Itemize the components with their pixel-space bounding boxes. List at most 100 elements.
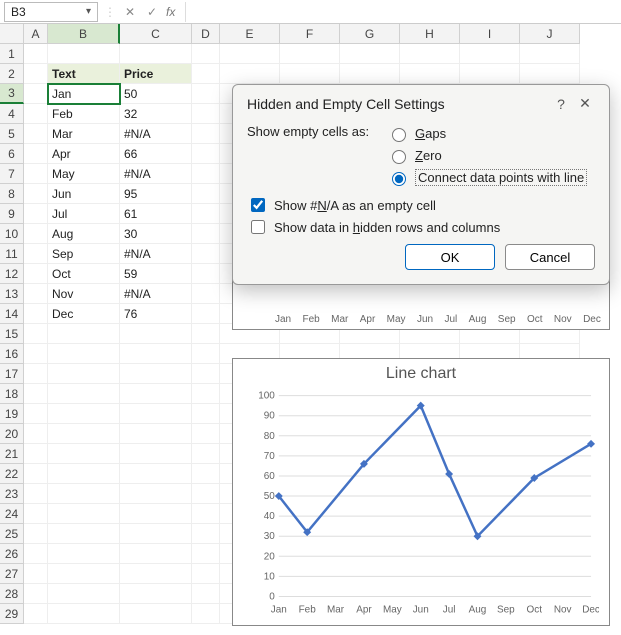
row-header[interactable]: 6 (0, 144, 24, 164)
cell[interactable] (48, 404, 120, 424)
cell[interactable] (192, 264, 220, 284)
cell[interactable] (48, 364, 120, 384)
option-gaps[interactable]: Gaps (387, 122, 595, 144)
cell[interactable]: Jan (48, 84, 120, 104)
cell[interactable] (280, 44, 340, 64)
column-header[interactable]: C (120, 24, 192, 44)
cell[interactable] (520, 64, 580, 84)
accept-formula-icon[interactable]: ✓ (144, 5, 160, 19)
cell[interactable] (400, 44, 460, 64)
cell[interactable] (192, 344, 220, 364)
cell[interactable] (48, 464, 120, 484)
cell[interactable] (24, 344, 48, 364)
row-header[interactable]: 18 (0, 384, 24, 404)
cell[interactable] (192, 404, 220, 424)
column-header[interactable]: J (520, 24, 580, 44)
cell[interactable] (460, 44, 520, 64)
radio-gaps[interactable] (392, 128, 406, 142)
cell[interactable] (24, 184, 48, 204)
cell[interactable] (24, 84, 48, 104)
cell[interactable] (340, 64, 400, 84)
cell[interactable] (192, 444, 220, 464)
cell[interactable] (48, 604, 120, 624)
cell[interactable] (460, 64, 520, 84)
cell[interactable] (24, 324, 48, 344)
cell[interactable] (24, 524, 48, 544)
cell[interactable]: 59 (120, 264, 192, 284)
checkbox-na-input[interactable] (251, 198, 265, 212)
cell[interactable]: Jul (48, 204, 120, 224)
cell[interactable]: Oct (48, 264, 120, 284)
row-header[interactable]: 27 (0, 564, 24, 584)
cell[interactable] (24, 244, 48, 264)
cell[interactable]: 95 (120, 184, 192, 204)
cell[interactable] (120, 404, 192, 424)
row-header[interactable]: 22 (0, 464, 24, 484)
cell[interactable] (24, 564, 48, 584)
ok-button[interactable]: OK (405, 244, 495, 270)
cell[interactable] (24, 444, 48, 464)
cell[interactable] (192, 584, 220, 604)
row-header[interactable]: 21 (0, 444, 24, 464)
formula-input[interactable] (185, 2, 617, 22)
cell[interactable] (192, 84, 220, 104)
cancel-formula-icon[interactable]: ✕ (122, 5, 138, 19)
chevron-down-icon[interactable]: ▾ (86, 6, 91, 17)
cell[interactable] (24, 164, 48, 184)
cell[interactable] (24, 424, 48, 444)
cell[interactable] (192, 104, 220, 124)
cell[interactable] (48, 484, 120, 504)
cell[interactable] (192, 364, 220, 384)
column-header[interactable]: G (340, 24, 400, 44)
close-icon[interactable]: ✕ (573, 95, 597, 112)
option-connect[interactable]: Connect data points with line (387, 166, 595, 188)
cell[interactable]: 66 (120, 144, 192, 164)
cell[interactable] (24, 464, 48, 484)
cell[interactable] (24, 64, 48, 84)
cell[interactable] (192, 384, 220, 404)
cell[interactable] (120, 604, 192, 624)
cell[interactable] (192, 164, 220, 184)
option-zero[interactable]: Zero (387, 144, 595, 166)
cell[interactable] (120, 424, 192, 444)
radio-connect[interactable] (392, 172, 406, 186)
cell[interactable] (24, 44, 48, 64)
column-header[interactable]: E (220, 24, 280, 44)
cell[interactable] (24, 504, 48, 524)
row-header[interactable]: 25 (0, 524, 24, 544)
cell[interactable] (24, 124, 48, 144)
column-header[interactable]: F (280, 24, 340, 44)
cell[interactable] (120, 444, 192, 464)
column-header[interactable]: I (460, 24, 520, 44)
cell[interactable] (520, 44, 580, 64)
column-header[interactable]: D (192, 24, 220, 44)
row-header[interactable]: 12 (0, 264, 24, 284)
row-header[interactable]: 2 (0, 64, 24, 84)
cell[interactable] (24, 284, 48, 304)
cell[interactable] (24, 384, 48, 404)
cell[interactable] (24, 364, 48, 384)
cell[interactable]: 32 (120, 104, 192, 124)
row-header[interactable]: 29 (0, 604, 24, 624)
row-header[interactable]: 13 (0, 284, 24, 304)
checkbox-hidden-input[interactable] (251, 220, 265, 234)
cell[interactable] (24, 584, 48, 604)
row-header[interactable]: 8 (0, 184, 24, 204)
cell[interactable] (24, 104, 48, 124)
cell[interactable]: #N/A (120, 164, 192, 184)
cell[interactable] (192, 424, 220, 444)
cell[interactable]: #N/A (120, 284, 192, 304)
row-header[interactable]: 5 (0, 124, 24, 144)
column-header[interactable]: A (24, 24, 48, 44)
cell[interactable] (192, 544, 220, 564)
cell[interactable] (192, 44, 220, 64)
cell[interactable] (48, 544, 120, 564)
cell[interactable] (120, 344, 192, 364)
cell[interactable]: Nov (48, 284, 120, 304)
row-header[interactable]: 9 (0, 204, 24, 224)
cell[interactable] (192, 464, 220, 484)
cell[interactable] (220, 64, 280, 84)
cell[interactable]: Dec (48, 304, 120, 324)
cell[interactable]: Sep (48, 244, 120, 264)
cell[interactable] (48, 344, 120, 364)
